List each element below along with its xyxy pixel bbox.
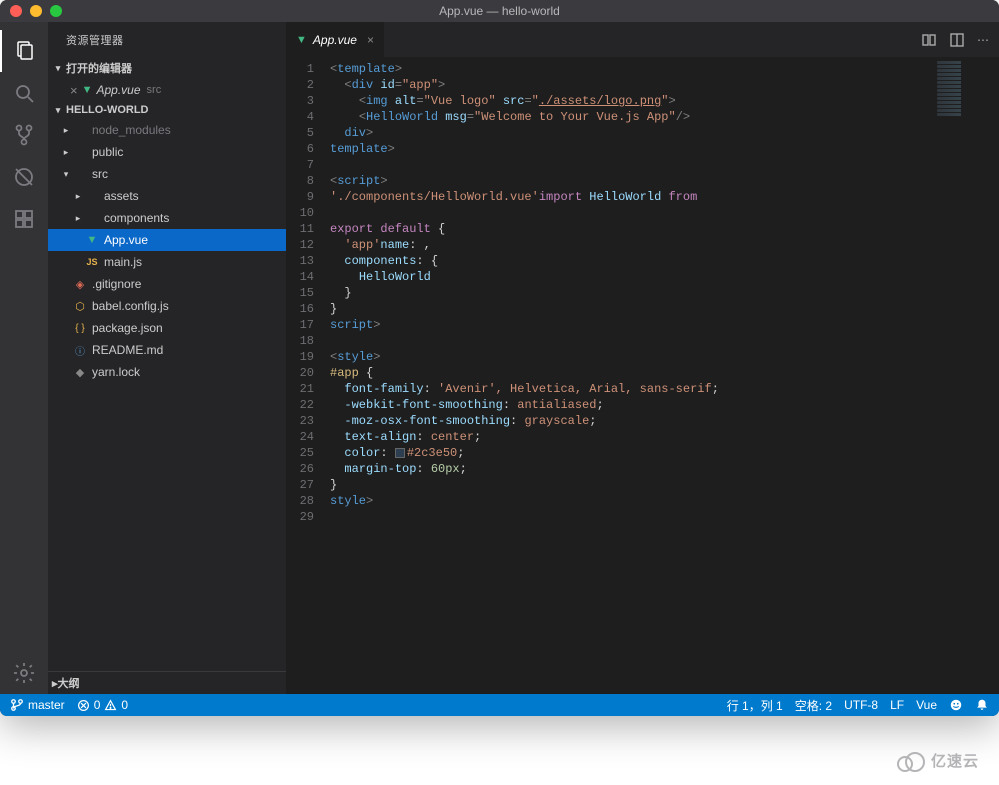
cursor-position[interactable]: 行 1，列 1: [727, 697, 783, 714]
tree-item-label: .gitignore: [88, 277, 141, 291]
open-editor-item[interactable]: × ▼ App.vue src: [48, 79, 286, 101]
tree-item-babel-config-js[interactable]: ⬡babel.config.js: [48, 295, 286, 317]
window-title: App.vue — hello-world: [439, 4, 560, 18]
titlebar[interactable]: App.vue — hello-world: [0, 0, 999, 22]
tree-item-label: babel.config.js: [88, 299, 169, 313]
tree-item-main-js[interactable]: JSmain.js: [48, 251, 286, 273]
outline-header[interactable]: ▸ 大纲: [48, 671, 286, 694]
maximize-window-icon[interactable]: [50, 5, 62, 17]
chevron-down-icon: ▾: [52, 105, 64, 116]
minimap[interactable]: [937, 61, 997, 117]
close-icon[interactable]: ×: [70, 83, 78, 98]
vue-file-icon: ▼: [82, 84, 93, 96]
tree-item--gitignore[interactable]: ◈.gitignore: [48, 273, 286, 295]
tree-item-label: yarn.lock: [88, 365, 140, 379]
open-editors-header[interactable]: ▾ 打开的编辑器: [48, 57, 286, 79]
chevron-right-icon: ▸: [60, 147, 72, 158]
vue-file-icon: ▼: [296, 34, 307, 46]
tree-item-public[interactable]: ▸ public: [48, 141, 286, 163]
tab-app-vue[interactable]: ▼ App.vue ×: [286, 22, 385, 57]
feedback-icon[interactable]: [949, 698, 963, 712]
code-content[interactable]: <template> <div id="app"> <img alt="Vue …: [330, 57, 999, 694]
chevron-right-icon: ▸: [60, 125, 72, 136]
chevron-down-icon: ▾: [60, 169, 72, 180]
tree-item-README-md[interactable]: ⓘREADME.md: [48, 339, 286, 361]
vscode-window: App.vue — hello-world 资源管理: [0, 0, 999, 716]
tab-actions: ⋯: [921, 22, 999, 57]
git-file-icon: ◈: [72, 278, 88, 291]
git-branch[interactable]: master: [10, 698, 65, 712]
tabs-bar: ▼ App.vue × ⋯: [286, 22, 999, 57]
tree-item-src[interactable]: ▾ src: [48, 163, 286, 185]
debug-icon[interactable]: [0, 156, 48, 198]
chevron-right-icon: ▸: [72, 213, 84, 224]
js-file-icon: JS: [84, 257, 100, 267]
chevron-down-icon: ▾: [52, 63, 64, 74]
extensions-icon[interactable]: [0, 198, 48, 240]
watermark: 亿速云: [897, 750, 979, 771]
project-header[interactable]: ▾ HELLO-WORLD: [48, 101, 286, 119]
tree-item-label: README.md: [88, 343, 163, 357]
explorer-icon[interactable]: [0, 30, 48, 72]
chevron-right-icon: ▸: [72, 191, 84, 202]
json-file-icon: { }: [72, 323, 88, 334]
tree-item-label: components: [100, 211, 169, 225]
statusbar: master 0 0 行 1，列 1 空格: 2 UTF-8 LF Vue: [0, 694, 999, 716]
tree-item-label: package.json: [88, 321, 163, 335]
compare-icon[interactable]: [921, 32, 937, 48]
tree-item-label: assets: [100, 189, 139, 203]
problems-status[interactable]: 0 0: [77, 698, 128, 712]
open-editor-dir: src: [147, 84, 162, 96]
cloud-icon: [897, 752, 925, 770]
code-area[interactable]: 1234567891011121314151617181920212223242…: [286, 57, 999, 694]
eol[interactable]: LF: [890, 698, 904, 712]
vue-file-icon: ▼: [84, 234, 100, 246]
source-control-icon[interactable]: [0, 114, 48, 156]
md-file-icon: ⓘ: [72, 343, 88, 358]
tree-item-yarn-lock[interactable]: ◆yarn.lock: [48, 361, 286, 383]
tree-item-package-json[interactable]: { }package.json: [48, 317, 286, 339]
sidebar: 资源管理器 ▾ 打开的编辑器 × ▼ App.vue src ▾ HELLO-W…: [48, 22, 286, 694]
close-icon[interactable]: ×: [367, 33, 374, 47]
encoding[interactable]: UTF-8: [844, 698, 878, 712]
babel-file-icon: ⬡: [72, 300, 88, 313]
tab-label: App.vue: [313, 33, 357, 47]
tree-item-App-vue[interactable]: ▼App.vue: [48, 229, 286, 251]
tree-item-label: src: [88, 167, 108, 181]
close-window-icon[interactable]: [10, 5, 22, 17]
minimize-window-icon[interactable]: [30, 5, 42, 17]
tree-item-label: public: [88, 145, 123, 159]
lock-file-icon: ◆: [72, 366, 88, 379]
tree-item-label: App.vue: [100, 233, 148, 247]
activity-bar: [0, 22, 48, 694]
more-icon[interactable]: ⋯: [977, 33, 989, 47]
traffic-lights: [0, 5, 62, 17]
tree-item-components[interactable]: ▸ components: [48, 207, 286, 229]
search-icon[interactable]: [0, 72, 48, 114]
open-editor-filename: App.vue: [96, 83, 140, 97]
editor: ▼ App.vue × ⋯ 12345678910111213141516171…: [286, 22, 999, 694]
tree-item-label: main.js: [100, 255, 142, 269]
notifications-icon[interactable]: [975, 698, 989, 712]
line-gutter: 1234567891011121314151617181920212223242…: [286, 57, 330, 694]
indentation[interactable]: 空格: 2: [795, 697, 832, 714]
split-editor-icon[interactable]: [949, 32, 965, 48]
gear-icon[interactable]: [0, 652, 48, 694]
tree-item-assets[interactable]: ▸ assets: [48, 185, 286, 207]
tree-item-node_modules[interactable]: ▸ node_modules: [48, 119, 286, 141]
sidebar-title: 资源管理器: [48, 22, 286, 57]
language-mode[interactable]: Vue: [916, 698, 937, 712]
tree-item-label: node_modules: [88, 123, 171, 137]
file-tree: ▸ node_modules ▸ public ▾ src ▸ assets ▸ componen…: [48, 119, 286, 671]
main-area: 资源管理器 ▾ 打开的编辑器 × ▼ App.vue src ▾ HELLO-W…: [0, 22, 999, 694]
